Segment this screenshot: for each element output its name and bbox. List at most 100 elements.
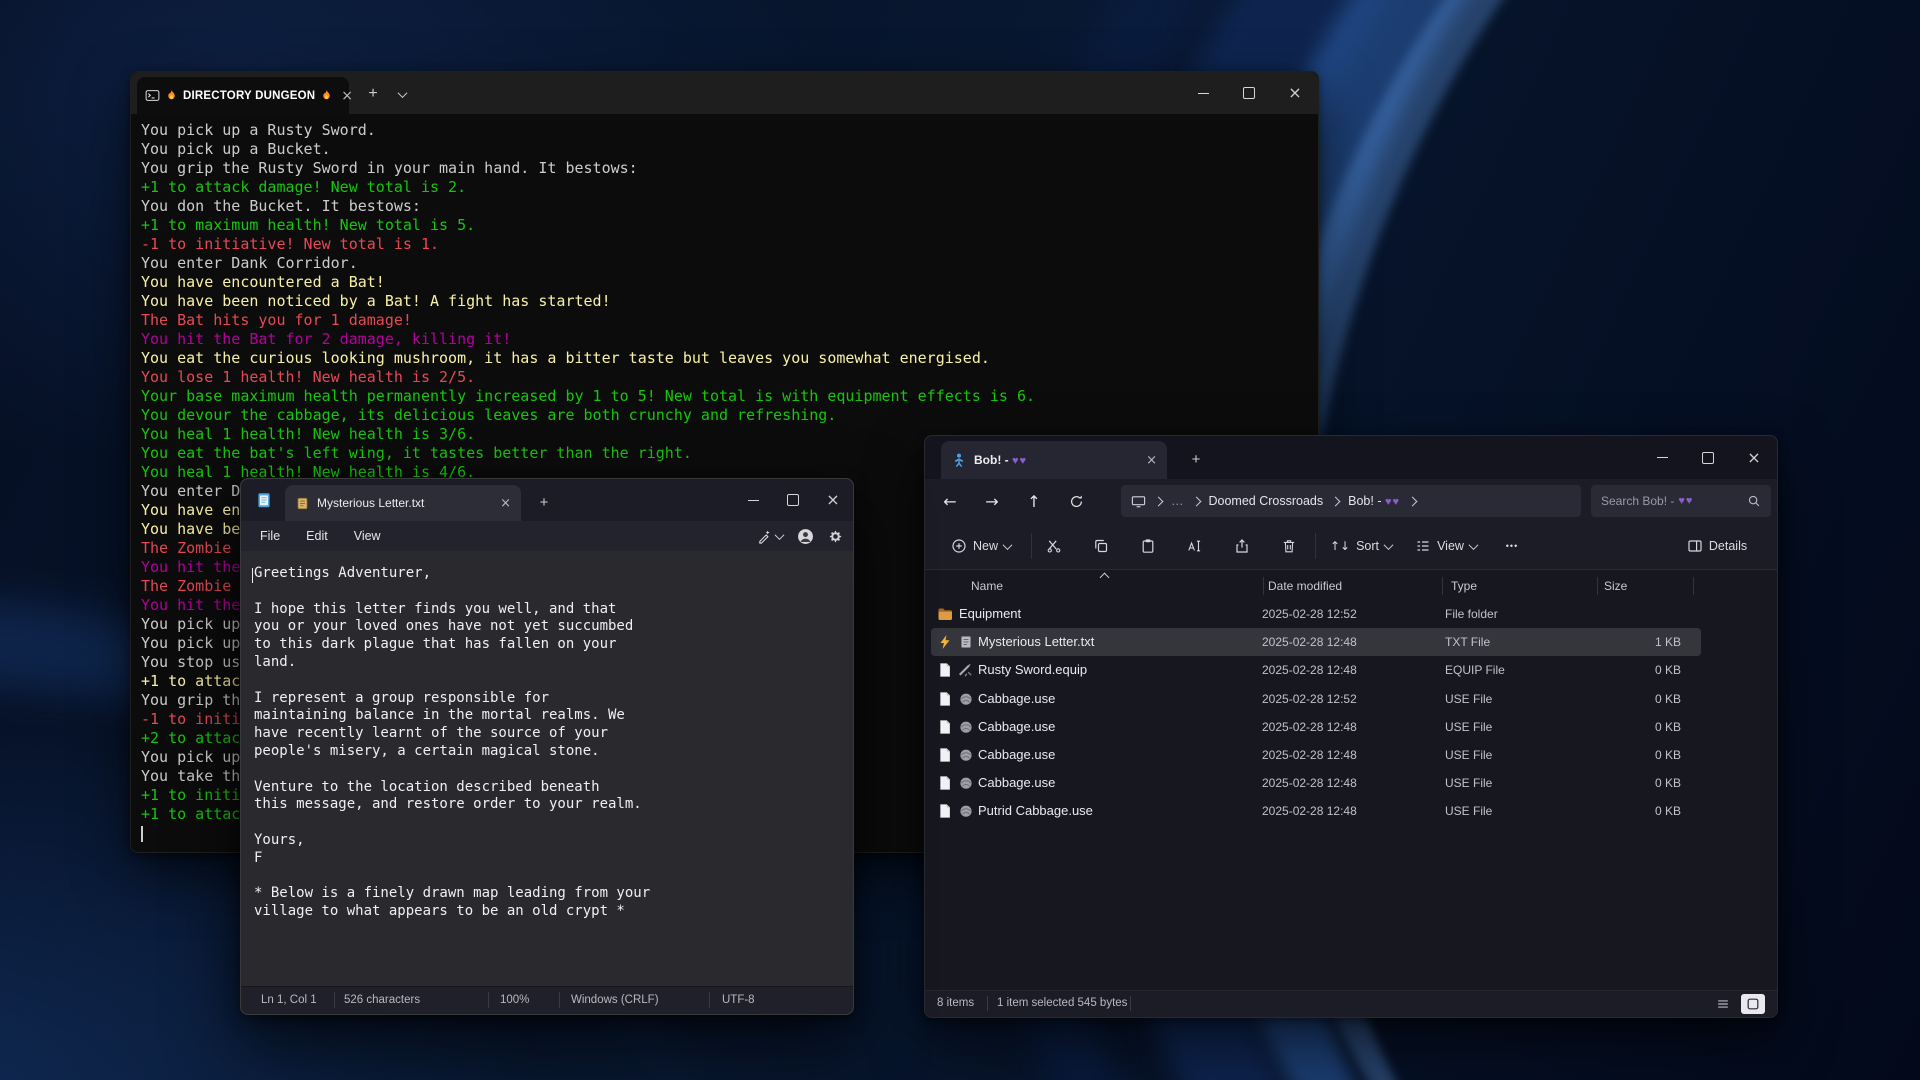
file-type: USE File: [1445, 797, 1492, 825]
file-size: 0 KB: [1565, 797, 1681, 825]
breadcrumb-segment-current[interactable]: Bob! - ♥♥: [1348, 494, 1400, 508]
bob-folder-icon: [951, 452, 967, 468]
column-separator[interactable]: [1263, 577, 1264, 595]
column-separator[interactable]: [1442, 577, 1443, 595]
details-pane-button[interactable]: Details: [1671, 530, 1763, 562]
chevron-right-icon: [1154, 496, 1164, 506]
file-row[interactable]: Cabbage.use2025-02-28 12:52USE File0 KB: [931, 685, 1701, 713]
settings-button[interactable]: [828, 529, 843, 544]
forward-button[interactable]: →: [975, 485, 1009, 517]
breadcrumb-segment[interactable]: Doomed Crossroads: [1209, 494, 1324, 508]
command-prompt-icon: [145, 88, 160, 103]
explorer-new-tab-button[interactable]: +: [1183, 446, 1209, 472]
file-type: USE File: [1445, 769, 1492, 797]
up-button[interactable]: ↑: [1017, 485, 1051, 517]
explorer-maximize-button[interactable]: [1685, 436, 1731, 479]
close-icon: ×: [1747, 450, 1760, 466]
explorer-minimize-button[interactable]: [1639, 436, 1685, 479]
terminal-close-button[interactable]: ×: [1272, 72, 1318, 114]
sort-button[interactable]: ↑↓ Sort: [1323, 530, 1399, 562]
terminal-output-line: You devour the cabbage, its delicious le…: [141, 406, 1318, 425]
file-row[interactable]: Rusty Sword.equip2025-02-28 12:48EQUIP F…: [931, 656, 1701, 684]
notepad-maximize-button[interactable]: [773, 479, 813, 521]
column-header-date[interactable]: Date modified: [1268, 579, 1342, 593]
terminal-maximize-button[interactable]: [1226, 72, 1272, 114]
notepad-tab-close-button[interactable]: ×: [500, 496, 511, 511]
file-row[interactable]: Mysterious Letter.txt2025-02-28 12:48TXT…: [931, 628, 1701, 656]
rename-button[interactable]: [1178, 530, 1212, 562]
encoding[interactable]: UTF-8: [722, 994, 755, 1006]
line-ending-format[interactable]: Windows (CRLF): [571, 994, 659, 1006]
file-name: Cabbage.use: [978, 741, 1055, 769]
terminal-output-line: -1 to initiative! New total is 1.: [141, 235, 1318, 254]
terminal-minimize-button[interactable]: [1180, 72, 1226, 114]
file-row[interactable]: Equipment2025-02-28 12:52File folder: [931, 600, 1701, 628]
plus-circle-icon: [951, 538, 967, 554]
breadcrumb[interactable]: … Doomed Crossroads Bob! - ♥♥: [1121, 485, 1581, 517]
paste-button[interactable]: [1131, 530, 1165, 562]
refresh-button[interactable]: [1059, 485, 1093, 517]
document-line: F: [254, 850, 650, 868]
search-input[interactable]: Search Bob! - ♥♥: [1591, 485, 1771, 517]
zoom-level[interactable]: 100%: [500, 994, 529, 1006]
file-size: 0 KB: [1565, 713, 1681, 741]
refresh-icon: [1069, 494, 1084, 509]
column-separator[interactable]: [1597, 577, 1598, 595]
explorer-status-bar: 8 items 1 item selected 545 bytes: [925, 990, 1777, 1017]
notepad-minimize-button[interactable]: [733, 479, 773, 521]
text-editor-area[interactable]: Greetings Adventurer, I hope this letter…: [241, 551, 853, 987]
explorer-tab-close-button[interactable]: ×: [1146, 453, 1157, 468]
notepad-new-tab-button[interactable]: +: [531, 489, 557, 515]
view-button[interactable]: View: [1407, 530, 1485, 562]
terminal-output-line: You don the Bucket. It bestows:: [141, 197, 1318, 216]
account-button[interactable]: [797, 528, 814, 545]
terminal-output-line: +1 to attack damage! New total is 2.: [141, 178, 1318, 197]
view-list-icon: [1415, 538, 1431, 554]
menu-edit[interactable]: Edit: [293, 524, 341, 548]
more-options-button[interactable]: •••: [1495, 530, 1529, 562]
file-row[interactable]: Putrid Cabbage.use2025-02-28 12:48USE Fi…: [931, 797, 1701, 825]
file-row[interactable]: Cabbage.use2025-02-28 12:48USE File0 KB: [931, 769, 1701, 797]
explorer-tab[interactable]: Bob! - ♥♥ ×: [941, 441, 1167, 479]
copy-button[interactable]: [1084, 530, 1118, 562]
file-type: USE File: [1445, 713, 1492, 741]
maximize-icon: [787, 494, 799, 506]
menu-file[interactable]: File: [247, 524, 293, 548]
character-count: 526 characters: [344, 994, 420, 1006]
breadcrumb-ellipsis[interactable]: …: [1171, 494, 1184, 508]
file-row[interactable]: Cabbage.use2025-02-28 12:48USE File0 KB: [931, 713, 1701, 741]
delete-button[interactable]: [1272, 530, 1306, 562]
selection-summary: 1 item selected 545 bytes: [997, 997, 1127, 1009]
column-header-name[interactable]: Name: [971, 579, 1003, 593]
document-line: I represent a group responsible for: [254, 690, 650, 708]
large-icons-view-icon: [1746, 997, 1760, 1011]
explorer-close-button[interactable]: ×: [1731, 436, 1777, 479]
notepad-tab[interactable]: Mysterious Letter.txt ×: [285, 485, 521, 521]
terminal-tab-close-button[interactable]: ×: [338, 88, 356, 104]
chevron-down-icon: [397, 88, 407, 98]
column-separator[interactable]: [1693, 577, 1694, 595]
search-icon: [1747, 494, 1761, 508]
terminal-tab-dropdown-button[interactable]: [389, 81, 415, 107]
notepad-close-button[interactable]: ×: [813, 479, 853, 521]
new-button[interactable]: New: [941, 530, 1021, 562]
cut-button[interactable]: [1037, 530, 1071, 562]
menu-view[interactable]: View: [341, 524, 394, 548]
purple-hearts: ♥♥: [1012, 455, 1027, 467]
lightning-icon: [937, 634, 953, 650]
chevron-down-icon: [1468, 540, 1478, 550]
page-icon: [937, 691, 953, 707]
column-header-type[interactable]: Type: [1451, 579, 1477, 593]
file-name: Cabbage.use: [978, 769, 1055, 797]
back-button[interactable]: ←: [933, 485, 967, 517]
rewrite-copilot-button[interactable]: [757, 529, 783, 544]
terminal-tab[interactable]: DIRECTORY DUNGEON ×: [137, 77, 349, 114]
share-button[interactable]: [1225, 530, 1259, 562]
file-row[interactable]: Cabbage.use2025-02-28 12:48USE File0 KB: [931, 741, 1701, 769]
terminal-new-tab-button[interactable]: +: [359, 81, 387, 107]
file-list-header: Name Date modified Type Size: [931, 573, 1701, 600]
column-header-size[interactable]: Size: [1604, 579, 1627, 593]
large-icons-view-toggle[interactable]: [1741, 994, 1765, 1014]
file-type: USE File: [1445, 741, 1492, 769]
details-view-toggle[interactable]: [1711, 994, 1735, 1014]
